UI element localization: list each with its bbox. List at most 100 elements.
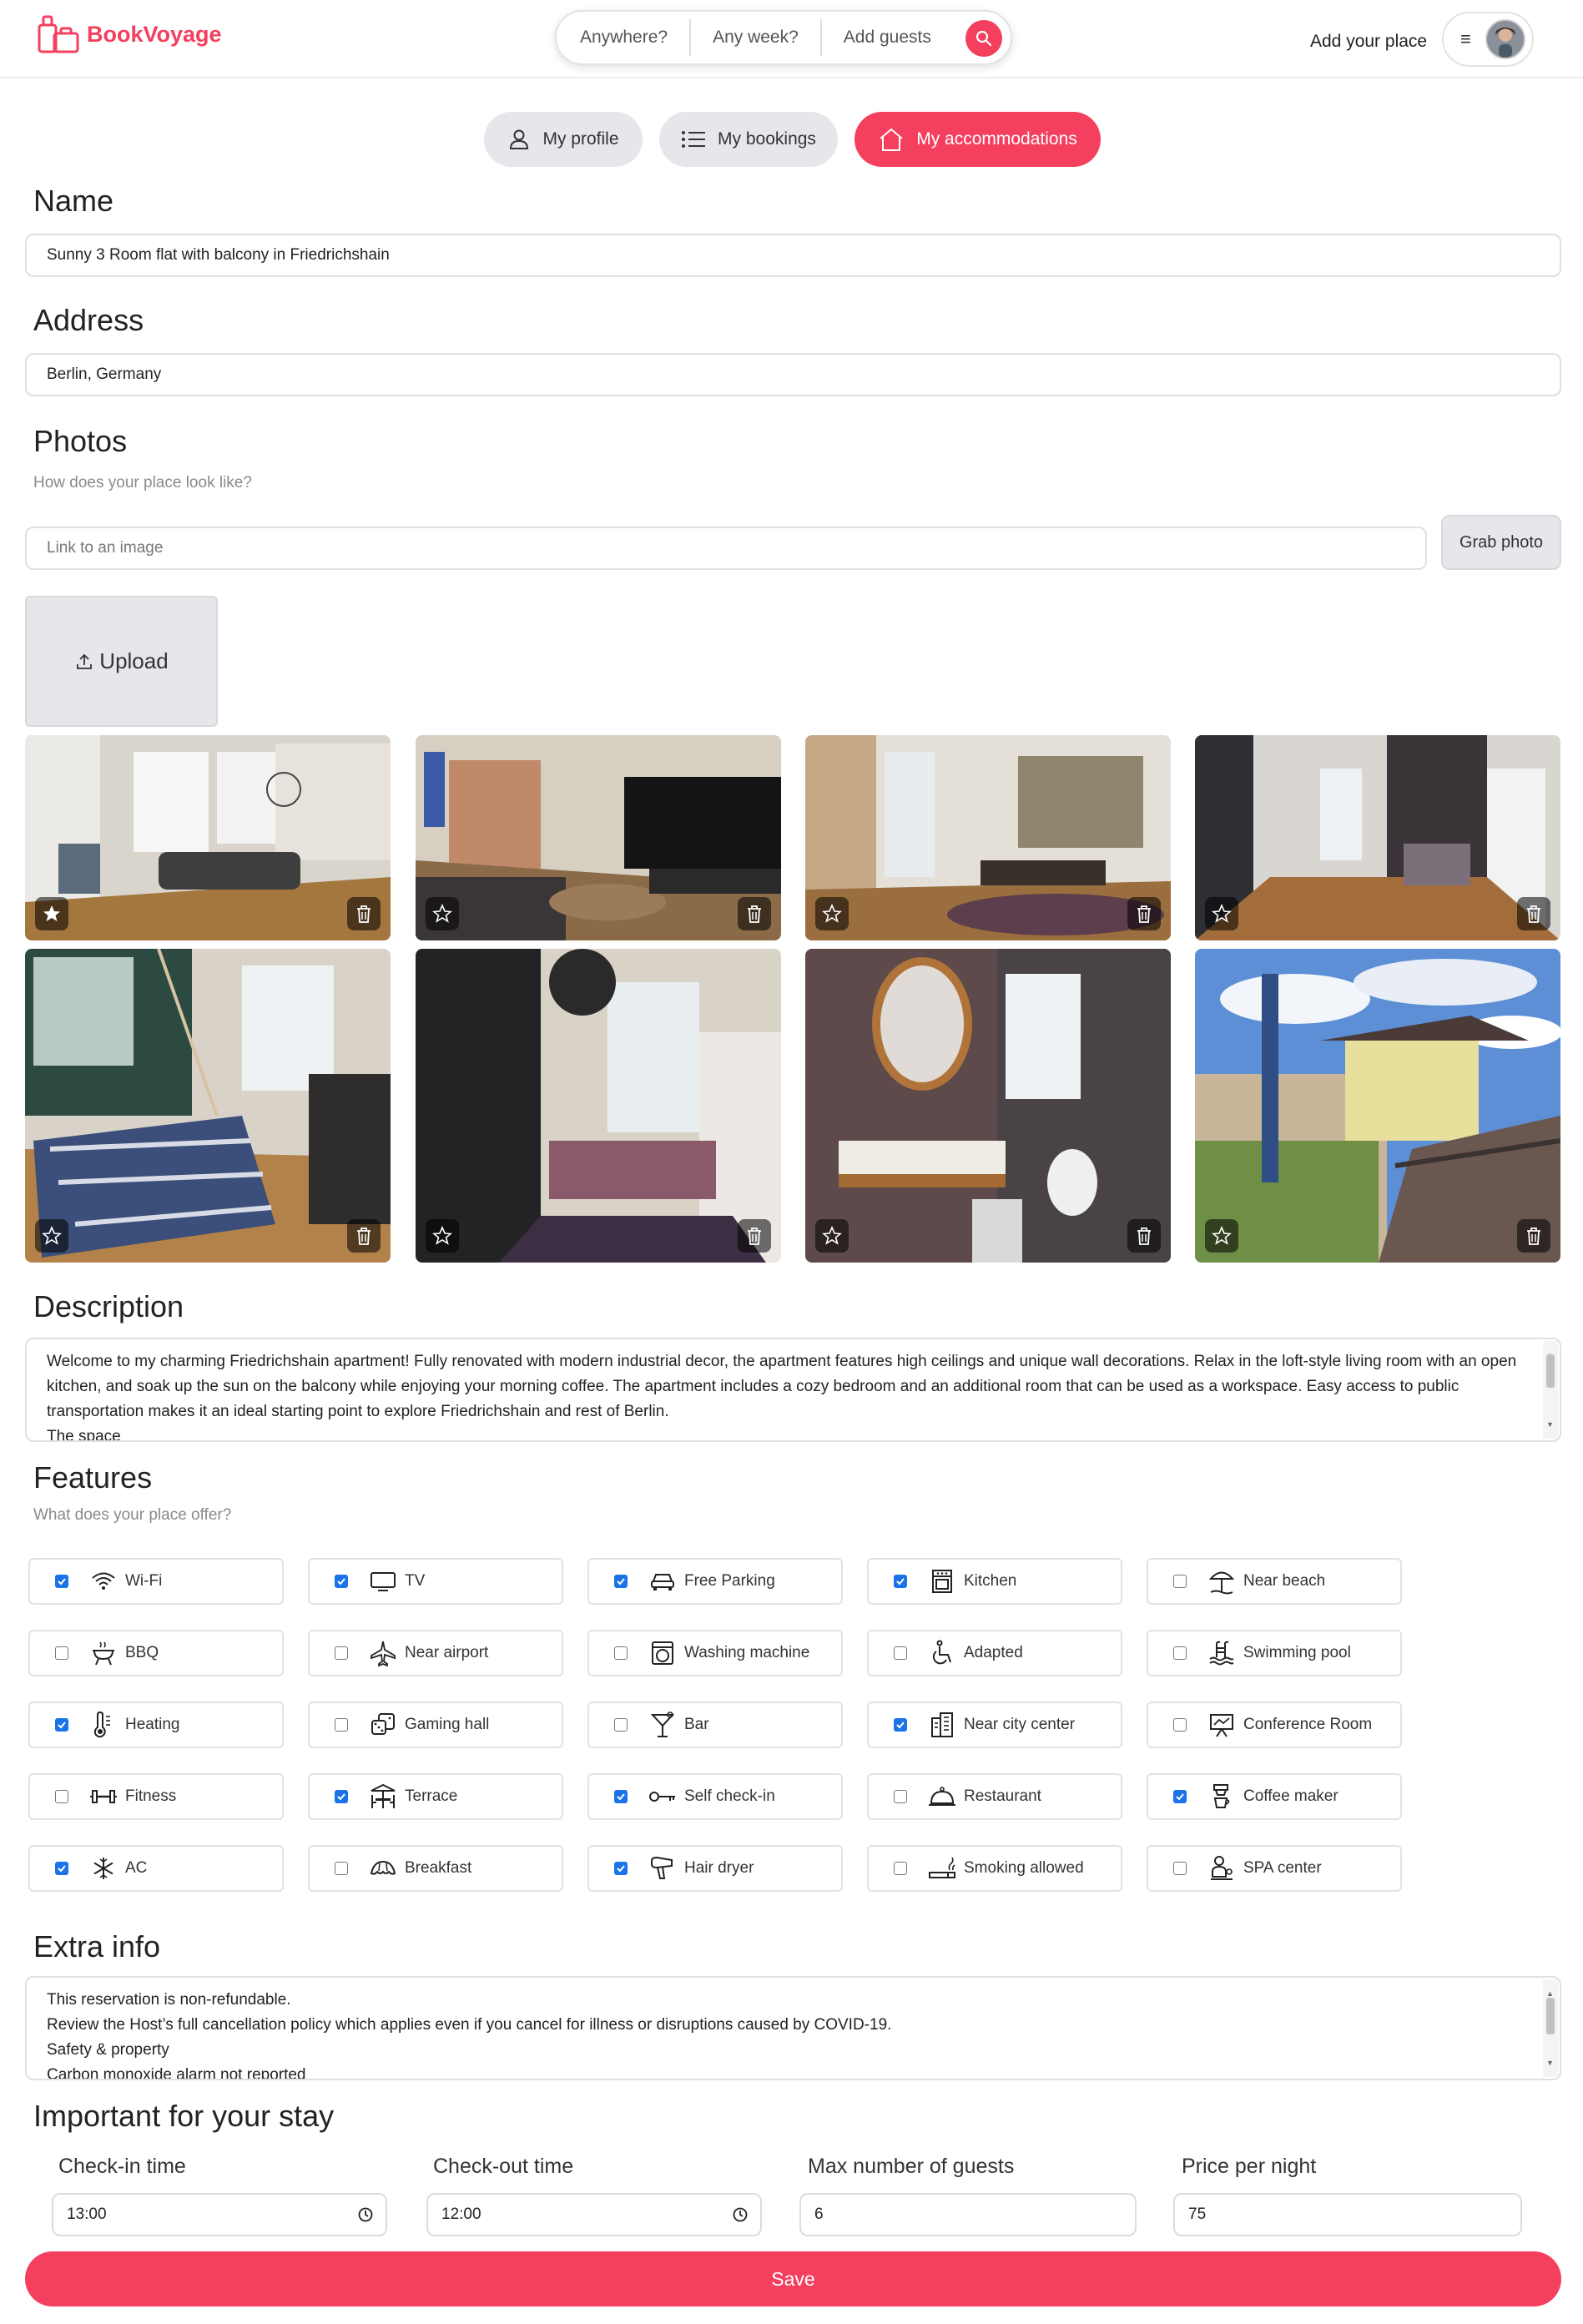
- feature-ac[interactable]: AC: [28, 1845, 284, 1892]
- scroll-down-icon[interactable]: ▼: [1546, 1412, 1554, 1437]
- photo-second-bedroom[interactable]: [416, 949, 781, 1263]
- feature-restaurant[interactable]: Restaurant: [867, 1773, 1122, 1820]
- feature-checkbox[interactable]: [1173, 1718, 1187, 1732]
- address-input[interactable]: Berlin, Germany: [25, 353, 1561, 396]
- checkout-time-input[interactable]: 12:00: [426, 2193, 762, 2236]
- set-main-photo-button[interactable]: [426, 1219, 459, 1253]
- feature-checkbox[interactable]: [335, 1718, 348, 1732]
- set-main-photo-button[interactable]: [35, 897, 68, 930]
- feature-hair-dryer[interactable]: Hair dryer: [587, 1845, 843, 1892]
- delete-photo-button[interactable]: [347, 897, 381, 930]
- photo-living-room-tv[interactable]: [416, 735, 781, 940]
- scroll-down-icon[interactable]: ▼: [1546, 2050, 1554, 2075]
- clock-icon[interactable]: [357, 2206, 374, 2223]
- scroll-thumb[interactable]: [1546, 1998, 1555, 2034]
- description-textarea[interactable]: Welcome to my charming Friedrichshain ap…: [25, 1338, 1561, 1442]
- feature-checkbox[interactable]: [894, 1862, 907, 1875]
- logo[interactable]: BookVoyage: [37, 13, 222, 55]
- max-guests-input[interactable]: 6: [799, 2193, 1137, 2236]
- delete-photo-button[interactable]: [1127, 897, 1161, 930]
- tab-my-profile[interactable]: My profile: [484, 112, 643, 167]
- feature-bbq[interactable]: BBQ: [28, 1630, 284, 1676]
- set-main-photo-button[interactable]: [1205, 1219, 1238, 1253]
- delete-photo-button[interactable]: [1517, 1219, 1550, 1253]
- add-your-place-link[interactable]: Add your place: [1310, 32, 1427, 52]
- search-button[interactable]: [965, 20, 1002, 57]
- photo-balcony[interactable]: [1195, 949, 1560, 1263]
- feature-wifi[interactable]: Wi-Fi: [28, 1558, 284, 1605]
- feature-adapted[interactable]: Adapted: [867, 1630, 1122, 1676]
- delete-photo-button[interactable]: [738, 1219, 771, 1253]
- feature-bar[interactable]: Bar: [587, 1701, 843, 1748]
- feature-tv[interactable]: TV: [308, 1558, 563, 1605]
- photo-kitchen-hallway[interactable]: [1195, 735, 1560, 940]
- grab-photo-button[interactable]: Grab photo: [1441, 515, 1561, 570]
- extra-info-textarea[interactable]: This reservation is non-refundable. Revi…: [25, 1976, 1561, 2080]
- feature-checkbox[interactable]: [614, 1646, 628, 1660]
- search-guests[interactable]: Add guests: [822, 19, 953, 56]
- image-link-input[interactable]: Link to an image: [25, 527, 1427, 570]
- set-main-photo-button[interactable]: [426, 897, 459, 930]
- feature-coffee-maker[interactable]: Coffee maker: [1147, 1773, 1402, 1820]
- feature-checkbox[interactable]: [894, 1575, 907, 1588]
- scroll-thumb[interactable]: [1546, 1354, 1555, 1388]
- feature-checkbox[interactable]: [1173, 1646, 1187, 1660]
- price-per-night-input[interactable]: 75: [1173, 2193, 1522, 2236]
- feature-washing-machine[interactable]: Washing machine: [587, 1630, 843, 1676]
- feature-checkbox[interactable]: [55, 1790, 68, 1803]
- description-scrollbar[interactable]: ▲ ▼: [1543, 1341, 1558, 1439]
- feature-checkbox[interactable]: [335, 1790, 348, 1803]
- extra-info-scrollbar[interactable]: ▲ ▼: [1543, 1979, 1558, 2077]
- search-where[interactable]: Anywhere?: [557, 19, 689, 56]
- feature-kitchen[interactable]: Kitchen: [867, 1558, 1122, 1605]
- feature-checkbox[interactable]: [1173, 1575, 1187, 1588]
- set-main-photo-button[interactable]: [815, 1219, 849, 1253]
- feature-checkbox[interactable]: [614, 1575, 628, 1588]
- checkin-time-input[interactable]: 13:00: [52, 2193, 387, 2236]
- name-input[interactable]: Sunny 3 Room flat with balcony in Friedr…: [25, 234, 1561, 277]
- clock-icon[interactable]: [732, 2206, 749, 2223]
- feature-checkbox[interactable]: [55, 1862, 68, 1875]
- photo-living-room[interactable]: [25, 735, 391, 940]
- feature-near-city-center[interactable]: Near city center: [867, 1701, 1122, 1748]
- upload-button[interactable]: Upload: [25, 596, 218, 727]
- feature-checkbox[interactable]: [894, 1790, 907, 1803]
- tab-my-accommodations[interactable]: My accommodations: [855, 112, 1101, 167]
- feature-checkbox[interactable]: [894, 1646, 907, 1660]
- feature-terrace[interactable]: Terrace: [308, 1773, 563, 1820]
- feature-self-check-in[interactable]: Self check-in: [587, 1773, 843, 1820]
- feature-breakfast[interactable]: Breakfast: [308, 1845, 563, 1892]
- photo-bedroom[interactable]: [25, 949, 391, 1263]
- delete-photo-button[interactable]: [738, 897, 771, 930]
- photo-dining-area[interactable]: [805, 735, 1171, 940]
- feature-checkbox[interactable]: [1173, 1790, 1187, 1803]
- feature-free-parking[interactable]: Free Parking: [587, 1558, 843, 1605]
- feature-checkbox[interactable]: [1173, 1862, 1187, 1875]
- feature-checkbox[interactable]: [614, 1862, 628, 1875]
- set-main-photo-button[interactable]: [1205, 897, 1238, 930]
- feature-spa-center[interactable]: SPA center: [1147, 1845, 1402, 1892]
- feature-checkbox[interactable]: [55, 1575, 68, 1588]
- feature-checkbox[interactable]: [894, 1718, 907, 1732]
- feature-checkbox[interactable]: [55, 1718, 68, 1732]
- tab-my-bookings[interactable]: My bookings: [659, 112, 838, 167]
- feature-smoking-allowed[interactable]: Smoking allowed: [867, 1845, 1122, 1892]
- delete-photo-button[interactable]: [1127, 1219, 1161, 1253]
- search-when[interactable]: Any week?: [691, 19, 820, 56]
- photo-bathroom[interactable]: [805, 949, 1171, 1263]
- feature-conference-room[interactable]: Conference Room: [1147, 1701, 1402, 1748]
- feature-checkbox[interactable]: [335, 1646, 348, 1660]
- feature-checkbox[interactable]: [614, 1790, 628, 1803]
- set-main-photo-button[interactable]: [815, 897, 849, 930]
- feature-swimming-pool[interactable]: Swimming pool: [1147, 1630, 1402, 1676]
- save-button[interactable]: Save: [25, 2251, 1561, 2306]
- feature-checkbox[interactable]: [335, 1862, 348, 1875]
- set-main-photo-button[interactable]: [35, 1219, 68, 1253]
- delete-photo-button[interactable]: [347, 1219, 381, 1253]
- feature-near-beach[interactable]: Near beach: [1147, 1558, 1402, 1605]
- user-menu-button[interactable]: ≡: [1442, 12, 1534, 67]
- feature-checkbox[interactable]: [335, 1575, 348, 1588]
- delete-photo-button[interactable]: [1517, 897, 1550, 930]
- feature-checkbox[interactable]: [55, 1646, 68, 1660]
- search-bar[interactable]: Anywhere? Any week? Add guests: [555, 10, 1012, 65]
